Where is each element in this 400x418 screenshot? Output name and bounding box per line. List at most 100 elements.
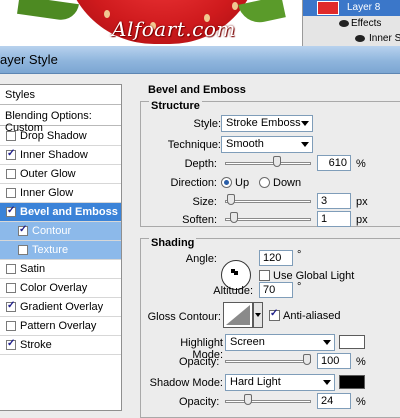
style-item-texture[interactable]: Texture [0,241,121,260]
styles-header[interactable]: Styles [0,85,121,105]
bevel-emboss-panel: Bevel and Emboss Structure Style: Stroke… [140,74,400,418]
size-label: Size: [192,196,217,208]
style-select[interactable]: Stroke Emboss [221,115,313,132]
eye-icon[interactable] [355,35,365,42]
style-select-value: Stroke Emboss [226,117,301,129]
effects-label: Effects [351,18,382,29]
style-item-gradient-overlay[interactable]: Gradient Overlay [0,298,121,317]
direction-up-label[interactable]: Up [235,177,249,189]
altitude-unit: ° [297,281,302,293]
shadow-mode-value: Hard Light [230,376,281,388]
styles-list: Styles Blending Options: Custom Drop Sha… [0,84,122,411]
anti-aliased-checkbox[interactable] [269,308,280,321]
effect-item-row[interactable]: Inner Shadow [303,32,400,46]
layer-name: Layer 8 [347,2,381,13]
angle-center [234,271,238,275]
direction-up-radio[interactable] [221,177,232,188]
highlight-opacity-thumb[interactable] [303,354,311,365]
soften-slider-thumb[interactable] [230,212,238,223]
size-input[interactable]: 3 [317,193,351,209]
style-item-stroke[interactable]: Stroke [0,336,121,355]
size-slider-track[interactable] [225,200,311,203]
shadow-opacity-unit: % [356,396,366,408]
direction-down-label[interactable]: Down [273,177,301,189]
style-item-label: Gradient Overlay [20,301,104,313]
dialog-title: ayer Style [0,52,58,67]
style-item-color-overlay[interactable]: Color Overlay [0,279,121,298]
shadow-opacity-track[interactable] [225,400,311,403]
size-slider-thumb[interactable] [227,194,235,205]
canvas-preview: Alfoart.com Layer 8 Effects Inner Shadow [0,0,400,46]
contour-checkbox[interactable] [18,224,28,236]
color-overlay-checkbox[interactable] [6,283,16,293]
style-item-outer-glow[interactable]: Outer Glow [0,165,121,184]
chevron-down-icon [323,380,331,385]
outer-glow-checkbox[interactable] [6,169,16,179]
gloss-contour-dropdown[interactable] [253,302,263,328]
pattern-overlay-checkbox[interactable] [6,321,16,331]
style-item-contour[interactable]: Contour [0,222,121,241]
layer-row-active[interactable]: Layer 8 [303,0,400,16]
style-item-satin[interactable]: Satin [0,260,121,279]
inner-glow-checkbox[interactable] [6,188,16,198]
dialog-titlebar[interactable]: ayer Style [0,46,400,74]
technique-label: Technique: [167,139,221,151]
style-item-inner-shadow[interactable]: Inner Shadow [0,146,121,165]
gradient-overlay-checkbox[interactable] [6,300,16,312]
style-item-label: Contour [32,225,72,237]
global-light-label[interactable]: Use Global Light [273,270,354,282]
depth-input[interactable]: 610 [317,155,351,171]
bevel-and-emboss-checkbox[interactable] [6,205,16,217]
highlight-mode-select[interactable]: Screen [225,334,335,351]
highlight-opacity-input[interactable]: 100 [317,353,351,369]
blending-options[interactable]: Blending Options: Custom [0,106,121,134]
leaf-shape [238,0,286,27]
size-unit: px [356,196,368,208]
effect-item-label: Inner Shadow [369,33,400,44]
style-item-label: Outer Glow [20,168,76,180]
style-item-label: Drop Shadow [20,130,87,142]
gloss-contour-preview[interactable] [223,302,253,328]
style-item-label: Stroke [20,339,52,351]
effects-row[interactable]: Effects [303,17,400,31]
shadow-opacity-thumb[interactable] [244,394,252,405]
style-item-label: Texture [32,244,69,256]
highlight-opacity-track[interactable] [225,360,311,363]
style-item-inner-glow[interactable]: Inner Glow [0,184,121,203]
highlight-color-swatch[interactable] [339,335,365,349]
style-item-pattern-overlay[interactable]: Pattern Overlay [0,317,121,336]
style-item-label: Satin [20,263,46,275]
layer-thumbnail [317,1,339,15]
direction-down-radio[interactable] [259,177,270,188]
structure-title: Structure [149,100,202,112]
section-title: Bevel and Emboss [148,84,246,96]
shadow-mode-label: Shadow Mode: [149,377,223,389]
depth-slider-thumb[interactable] [273,156,281,167]
shadow-color-swatch[interactable] [339,375,365,389]
satin-checkbox[interactable] [6,264,16,274]
global-light-checkbox[interactable] [259,270,270,281]
angle-label: Angle: [185,253,217,265]
style-item-bevel-and-emboss[interactable]: Bevel and Emboss [0,203,121,222]
structure-group: Structure Style: Stroke Emboss Technique… [140,100,400,227]
inner-shadow-checkbox[interactable] [6,148,16,160]
shadow-mode-select[interactable]: Hard Light [225,374,335,391]
drop-shadow-checkbox[interactable] [6,131,16,141]
eye-icon[interactable] [339,20,349,27]
altitude-input[interactable]: 70 [259,282,293,298]
technique-select-value: Smooth [226,138,264,150]
anti-aliased-label[interactable]: Anti-aliased [283,310,340,322]
soften-input[interactable]: 1 [317,211,351,227]
angle-input[interactable]: 120 [259,250,293,266]
style-item-label: Inner Shadow [20,149,88,161]
style-item-drop-shadow[interactable]: Drop Shadow [0,127,121,146]
angle-unit: ° [297,249,302,261]
chevron-down-icon [301,142,309,147]
direction-label: Direction: [170,177,217,189]
depth-slider-track[interactable] [225,162,311,165]
texture-checkbox[interactable] [18,245,28,255]
shadow-opacity-input[interactable]: 24 [317,393,351,409]
shadow-opacity-label: Opacity: [179,396,220,408]
technique-select[interactable]: Smooth [221,136,313,153]
stroke-checkbox[interactable] [6,338,16,350]
